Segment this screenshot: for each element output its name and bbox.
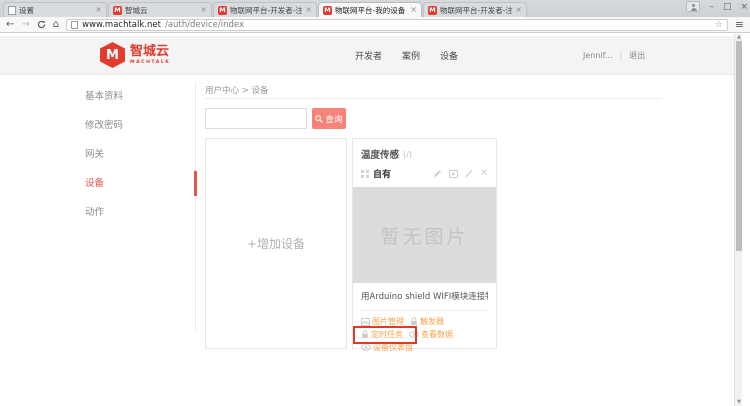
link-image-management[interactable]: 图片管理	[361, 316, 404, 327]
browser-toolbar: ← → ⌂ www.machtalk.net /auth/device/inde…	[0, 17, 750, 33]
eye-icon	[361, 344, 371, 351]
add-device-label: +增加设备	[247, 235, 305, 252]
search-button-label: 查询	[325, 113, 342, 125]
tab-close-icon[interactable]: ×	[515, 6, 522, 14]
browser-tab-strip: 设置 × M 智城云 × M 物联网平台-开发者-注册F × M 物联网平台-我…	[0, 0, 750, 17]
nav-item-developer[interactable]: 开发者	[355, 49, 382, 62]
machtalk-logo[interactable]: M 智城云 MACHTALK	[100, 42, 170, 68]
ownership-label: 自有	[373, 167, 391, 180]
search-icon	[315, 115, 323, 123]
browser-tab-settings[interactable]: 设置 ×	[3, 2, 107, 17]
home-button[interactable]: ⌂	[53, 18, 59, 32]
link-view-data[interactable]: 查看数据	[409, 329, 453, 340]
scroll-down-icon[interactable]: ▼	[735, 399, 743, 406]
browser-tab-register-2[interactable]: M 物联网平台-开发者-注册F ×	[423, 2, 527, 17]
logo-subtext: MACHTALK	[130, 60, 170, 65]
logo-cube-icon: M	[100, 42, 125, 68]
device-card: 温度传感 (∕) 自有 × 暂无图片 用Arduino shield WIFI模…	[352, 138, 497, 349]
tab-title: 设置	[19, 5, 92, 16]
nav-item-cases[interactable]: 案例	[402, 49, 420, 62]
link-device-dashboard[interactable]: 设备仪表盘	[361, 342, 413, 353]
connection-status-icon: (∕)	[403, 150, 412, 159]
minimize-button[interactable]: –	[709, 2, 714, 12]
edit-icon[interactable]	[465, 169, 473, 178]
username-link[interactable]: Jennif...	[583, 51, 613, 60]
sidebar-item-devices[interactable]: 设备	[85, 169, 195, 198]
tab-title: 物联网平台-开发者-注册F	[440, 5, 512, 16]
page-favicon-icon	[8, 6, 16, 15]
browser-tab-machtalk-home[interactable]: M 智城云 ×	[108, 2, 212, 17]
lock-icon	[361, 330, 369, 339]
user-area: Jennif... | 退出	[583, 36, 645, 75]
link-trigger[interactable]: 触发器	[410, 316, 444, 327]
divider	[361, 310, 488, 311]
delete-device-icon[interactable]: ×	[480, 169, 488, 178]
image-icon	[361, 318, 370, 326]
site-header: M 智城云 MACHTALK 开发者 案例 设备 Jennif... | 退出	[0, 36, 742, 75]
url-path: /auth/device/index	[165, 20, 244, 30]
eye-icon	[409, 331, 419, 338]
page-icon	[71, 21, 78, 29]
sidebar: 基本资料 修改密码 网关 设备 动作	[85, 82, 196, 332]
machtalk-favicon-icon: M	[323, 6, 332, 15]
page-scrollbar[interactable]: ▲ ▼	[734, 34, 742, 406]
pencil-icon[interactable]	[433, 169, 442, 178]
device-image-placeholder: 暂无图片	[353, 187, 496, 283]
tab-close-icon[interactable]: ×	[305, 6, 312, 14]
machtalk-favicon-icon: M	[113, 6, 122, 15]
tab-title: 智城云	[125, 5, 197, 16]
person-icon	[692, 4, 695, 7]
scroll-up-icon[interactable]: ▲	[735, 34, 743, 41]
sidebar-item-change-password[interactable]: 修改密码	[85, 111, 195, 140]
device-title: 温度传感	[361, 147, 399, 161]
tab-close-icon[interactable]: ×	[200, 6, 207, 14]
address-bar[interactable]: www.machtalk.net /auth/device/index ☆	[66, 19, 728, 31]
browser-tab-my-devices-active[interactable]: M 物联网平台-我的设备 ×	[318, 2, 422, 17]
sidebar-item-basic-info[interactable]: 基本资料	[85, 82, 195, 111]
tab-title: 物联网平台-开发者-注册F	[230, 5, 302, 16]
maximize-button[interactable]: □	[723, 2, 732, 12]
search-input[interactable]	[205, 108, 307, 129]
close-window-button[interactable]: ×	[740, 2, 748, 12]
browser-tab-register-1[interactable]: M 物联网平台-开发者-注册F ×	[213, 2, 317, 17]
sidebar-item-gateway[interactable]: 网关	[85, 140, 195, 169]
url-domain: www.machtalk.net	[82, 20, 161, 30]
logo-text: 智城云	[130, 45, 170, 58]
machtalk-favicon-icon: M	[218, 6, 227, 15]
chrome-menu-icon[interactable]: ≡	[735, 18, 744, 31]
search-button[interactable]: 查询	[312, 108, 346, 129]
site-nav: 开发者 案例 设备	[355, 36, 458, 75]
machtalk-favicon-icon: M	[428, 6, 437, 15]
logout-link[interactable]: 退出	[629, 50, 645, 61]
link-scheduled-task[interactable]: 定时任务	[361, 329, 403, 340]
sidebar-item-actions[interactable]: 动作	[85, 198, 195, 227]
reload-button[interactable]	[37, 20, 46, 29]
page-content: M 智城云 MACHTALK 开发者 案例 设备 Jennif... | 退出 …	[0, 34, 742, 406]
no-image-label: 暂无图片	[380, 222, 468, 249]
scrollbar-thumb[interactable]	[736, 41, 742, 251]
lock-icon	[410, 317, 418, 326]
tab-close-icon[interactable]: ×	[95, 6, 102, 14]
separator: |	[620, 51, 623, 60]
tab-close-icon[interactable]: ×	[410, 6, 417, 14]
device-description: 用Arduino shield WIFI模块连接物...	[361, 290, 488, 302]
profile-button[interactable]	[686, 1, 700, 12]
nav-item-devices[interactable]: 设备	[440, 49, 458, 62]
breadcrumb: 用户中心 > 设备	[205, 84, 269, 96]
divider	[205, 98, 662, 99]
back-button[interactable]: ←	[6, 18, 14, 32]
add-device-card[interactable]: +增加设备	[205, 138, 347, 349]
frame-icon[interactable]	[449, 170, 458, 178]
forward-button[interactable]: →	[21, 18, 29, 32]
tab-title: 物联网平台-我的设备	[335, 5, 407, 16]
bookmark-star-icon[interactable]: ☆	[715, 20, 723, 30]
grid-icon	[361, 170, 369, 178]
